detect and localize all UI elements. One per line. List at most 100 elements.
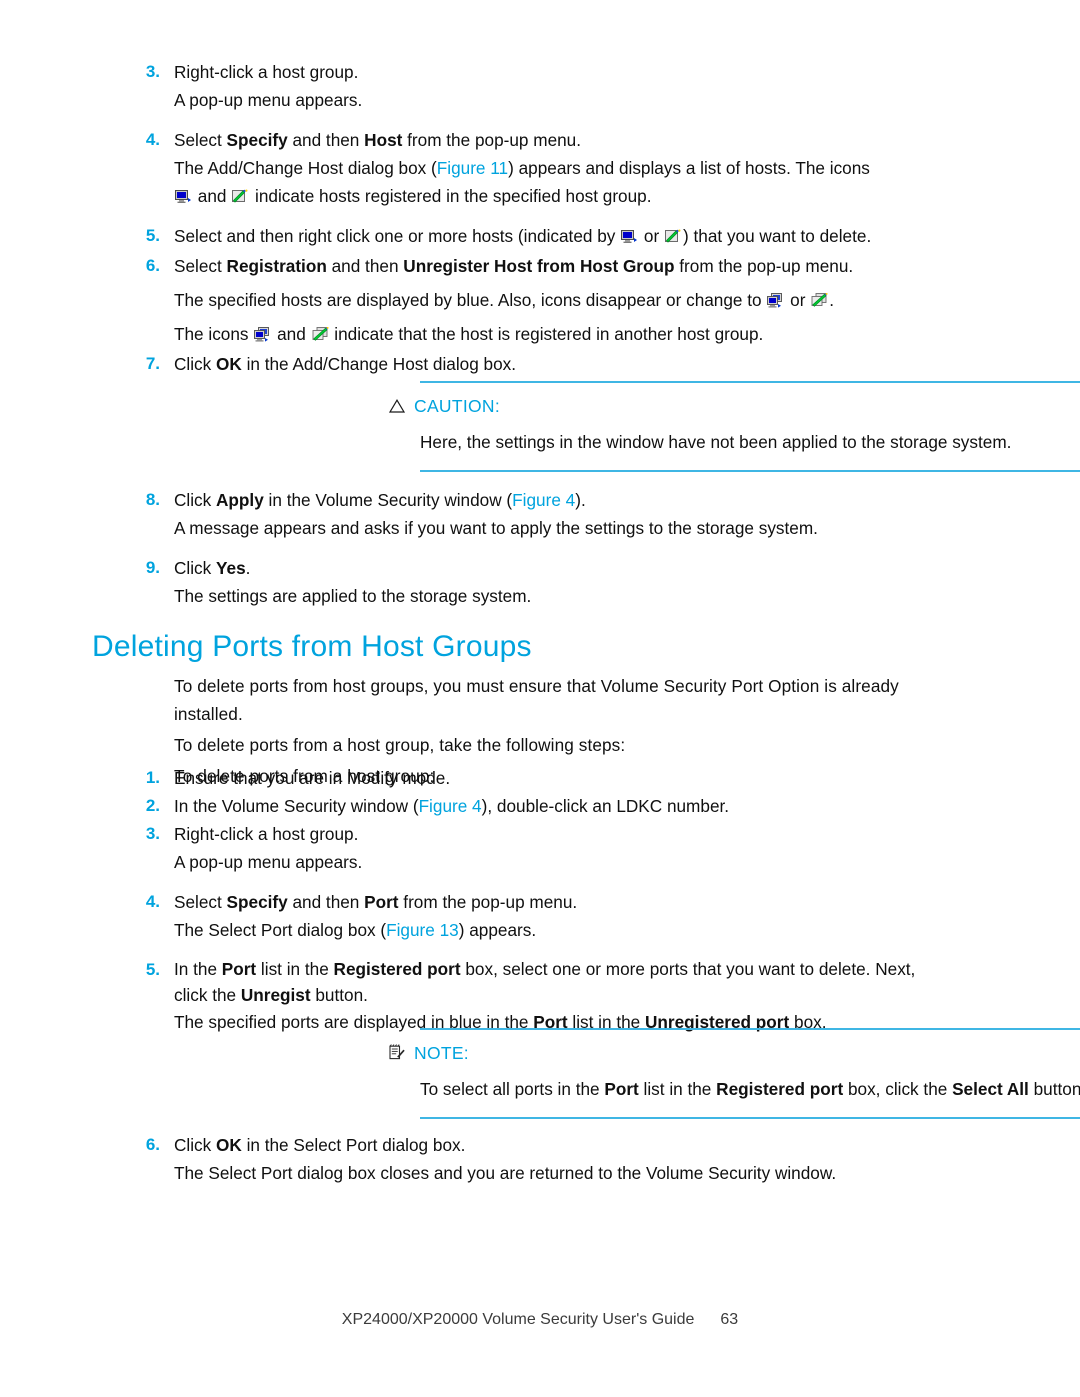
text-fragment: Select and then right click one or more … <box>174 226 621 246</box>
bold-term-ok: OK <box>216 354 242 374</box>
text-fragment: from the pop-up menu. <box>674 256 854 276</box>
bold-term-port: Port <box>221 959 257 979</box>
bold-term-host: Host <box>364 130 403 150</box>
text-fragment: Select <box>174 892 227 912</box>
text-fragment: The Add/Change Host dialog box ( <box>174 158 437 178</box>
text-fragment: or <box>785 290 811 310</box>
admonition-header: CAUTION: <box>388 383 1080 418</box>
figure-reference-4[interactable]: Figure 4 <box>419 796 482 816</box>
text-fragment: ). <box>575 490 586 510</box>
text-fragment: The icons <box>174 324 254 344</box>
bold-term-yes: Yes <box>216 558 246 578</box>
step-number: 1. <box>145 768 160 787</box>
caution-label: CAUTION: <box>414 396 501 416</box>
bold-term-select-all: Select All <box>952 1079 1029 1099</box>
bold-term-unregister-host: Unregister Host from Host Group <box>403 256 675 276</box>
text-fragment: The specified hosts are displayed by blu… <box>174 290 767 310</box>
step-item: 6. Click OK in the Select Port dialog bo… <box>129 1131 949 1187</box>
bold-term-registration: Registration <box>226 256 327 276</box>
step-item: 7. Click OK in the Add/Change Host dialo… <box>129 350 949 378</box>
step-number: 5. <box>145 960 160 979</box>
step-number: 4. <box>145 130 160 149</box>
step-item: 1. Ensure that you are in Modify mode. <box>129 764 949 792</box>
host-pencil-icon <box>232 189 249 205</box>
text-fragment: Click <box>174 558 217 578</box>
note-label: NOTE: <box>414 1043 469 1063</box>
text-fragment: and then <box>287 130 365 150</box>
text-fragment: box, click the <box>843 1079 953 1099</box>
page-footer: XP24000/XP20000 Volume Security User's G… <box>0 1311 1080 1329</box>
text-fragment: Click <box>174 1135 217 1155</box>
bold-term-ok: OK <box>216 1135 242 1155</box>
step-number: 4. <box>145 892 160 911</box>
step-item: 8. Click Apply in the Volume Security wi… <box>129 486 949 542</box>
host-monitor-stack-icon <box>767 293 784 309</box>
step-subtext: The Select Port dialog box closes and yo… <box>174 1163 837 1183</box>
admonition-bottom-rule <box>420 1117 1080 1119</box>
text-fragment: button. <box>310 985 368 1005</box>
admonition-header: NOTE: <box>388 1030 1080 1065</box>
host-pencil-icon <box>665 229 682 245</box>
text-fragment: click the <box>174 985 241 1005</box>
text-fragment: indicate hosts registered in the specifi… <box>250 186 652 206</box>
step-text: Select Specify and then Port from the po… <box>174 888 949 916</box>
bold-term-port: Port <box>364 892 399 912</box>
step-text: Click OK in the Add/Change Host dialog b… <box>174 350 949 378</box>
step-subtext: A pop-up menu appears. <box>174 86 949 114</box>
bold-term-specify: Specify <box>226 892 288 912</box>
text-fragment: from the pop-up menu. <box>398 892 578 912</box>
text-fragment: To select all ports in the <box>420 1079 605 1099</box>
step-subtext: The Add/Change Host dialog box (Figure 1… <box>174 154 949 182</box>
footer-page-number: 63 <box>720 1311 739 1328</box>
step-item: 3. Right-click a host group. A pop-up me… <box>129 58 949 114</box>
text-fragment: The Select Port dialog box ( <box>174 920 387 940</box>
text-fragment: indicate that the host is registered in … <box>329 324 764 344</box>
text-fragment: ) appears and displays a list of hosts. … <box>508 158 870 178</box>
bold-term-apply: Apply <box>216 490 264 510</box>
text-fragment: ) appears. <box>458 920 537 940</box>
step-subtext: The specified hosts are displayed by blu… <box>174 280 949 314</box>
figure-reference-11[interactable]: Figure 11 <box>437 158 508 178</box>
host-monitor-stack-icon <box>254 327 271 343</box>
step-text-span: Right-click a host group. <box>174 62 359 82</box>
step-number: 6. <box>145 256 160 275</box>
text-fragment: . <box>245 558 251 578</box>
figure-reference-13[interactable]: Figure 13 <box>386 920 459 940</box>
intro-paragraph: To delete ports from a host group, take … <box>174 735 626 755</box>
text-fragment: . <box>829 290 834 310</box>
procedure-list-one: 3. Right-click a host group. A pop-up me… <box>129 58 949 378</box>
text-fragment: in the Select Port dialog box. <box>241 1135 466 1155</box>
text-fragment: button. <box>1033 1079 1080 1099</box>
text-fragment: and <box>193 186 232 206</box>
step-text: In the Volume Security window (Figure 4)… <box>174 792 949 820</box>
figure-reference-4[interactable]: Figure 4 <box>512 490 575 510</box>
note-admonition: NOTE: To select all ports in the Port li… <box>389 1028 1080 1119</box>
intro-paragraph: To delete ports from host groups, you mu… <box>174 676 899 724</box>
step-text: Select and then right click one or more … <box>174 222 949 250</box>
text-fragment: and then <box>287 892 365 912</box>
procedure-list-two-cont: 6. Click OK in the Select Port dialog bo… <box>129 1131 949 1187</box>
text-fragment: list in the <box>638 1079 717 1099</box>
step-item: 3. Right-click a host group. A pop-up me… <box>129 820 949 876</box>
step-subtext-span: A pop-up menu appears. <box>174 90 363 110</box>
text-fragment: and <box>272 324 311 344</box>
note-pad-icon <box>388 1044 414 1062</box>
text-fragment: ) that you want to delete. <box>683 226 872 246</box>
step-number: 2. <box>145 796 160 815</box>
step-text: Ensure that you are in Modify mode. <box>174 768 451 788</box>
step-subtext: The Select Port dialog box (Figure 13) a… <box>174 916 949 944</box>
text-fragment: ), double-click an LDKC number. <box>481 796 730 816</box>
step-item: 9. Click Yes. The settings are applied t… <box>129 554 949 610</box>
step-text: Select Specify and then Host from the po… <box>174 126 949 154</box>
step-item: 5. In the Port list in the Registered po… <box>129 956 949 1036</box>
step-text: Select Registration and then Unregister … <box>174 252 949 280</box>
text-fragment: in the Add/Change Host dialog box. <box>241 354 517 374</box>
caution-triangle-icon <box>388 398 414 414</box>
footer-title: XP24000/XP20000 Volume Security User's G… <box>341 1311 695 1328</box>
step-number: 5. <box>145 226 160 245</box>
caution-admonition: CAUTION: Here, the settings in the windo… <box>388 381 1080 472</box>
text-fragment: list in the <box>256 959 334 979</box>
text-fragment: Click <box>174 354 217 374</box>
step-number: 3. <box>145 62 160 81</box>
step-subtext: A pop-up menu appears. <box>174 852 363 872</box>
